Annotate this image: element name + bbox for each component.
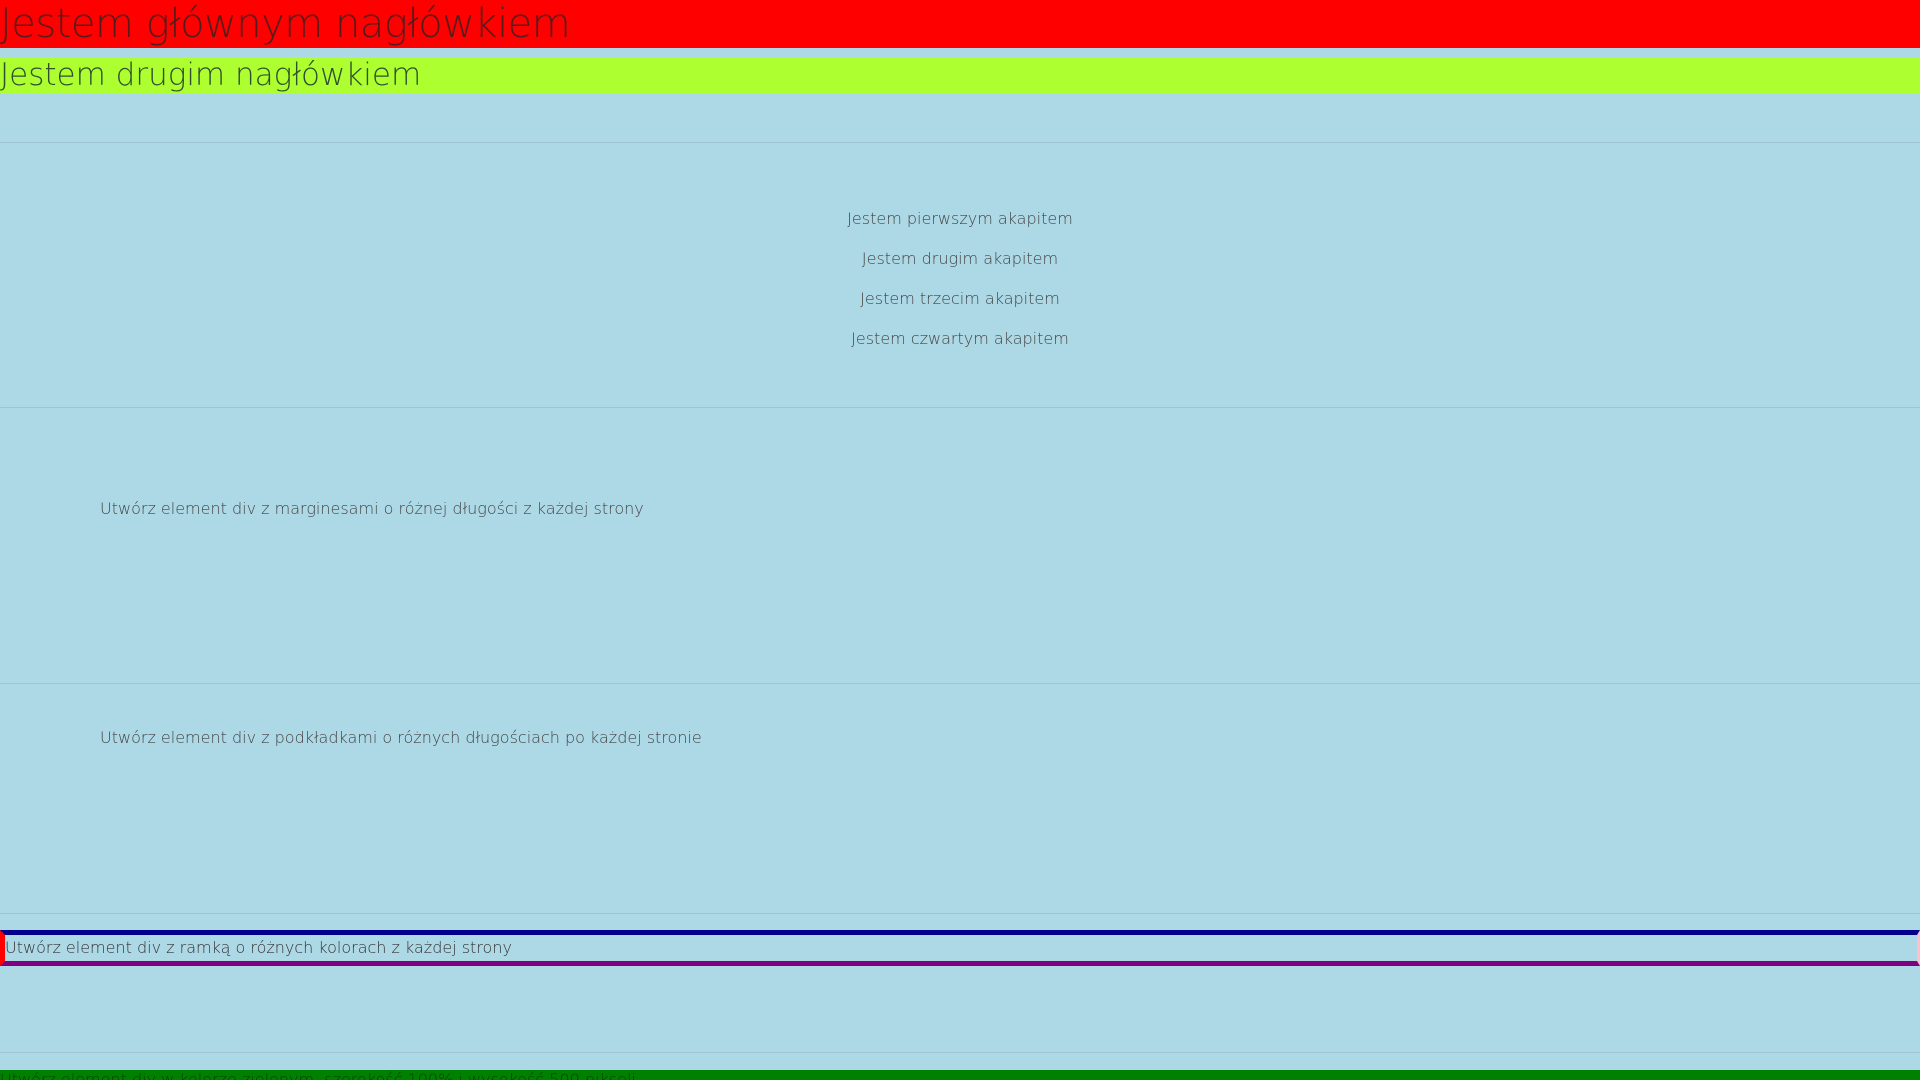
paragraph-1: Jestem pierwszym akapitem <box>847 209 1073 228</box>
green-div-text: Utwórz element div w kolorze zielonym, s… <box>0 1070 636 1080</box>
divider <box>0 1052 1920 1053</box>
second-heading: Jestem drugim nagłówkiem <box>0 57 1920 94</box>
divider <box>0 407 1920 408</box>
padding-div-text: Utwórz element div z podkładkami o różny… <box>100 728 702 747</box>
paragraph-3: Jestem trzecim akapitem <box>860 289 1060 308</box>
paragraph-4: Jestem czwartym akapitem <box>851 329 1069 348</box>
bordered-div-text: Utwórz element div z ramką o różnych kol… <box>5 938 512 957</box>
divider <box>0 683 1920 684</box>
margins-div-text: Utwórz element div z marginesami o różne… <box>100 499 644 518</box>
paragraph-2: Jestem drugim akapitem <box>861 249 1059 268</box>
green-div: Utwórz element div w kolorze zielonym, s… <box>0 1070 1920 1080</box>
divider <box>0 913 1920 914</box>
divider <box>0 142 1920 143</box>
main-heading: Jestem głównym nagłówkiem <box>0 0 1920 48</box>
bordered-div: Utwórz element div z ramką o różnych kol… <box>0 930 1920 966</box>
